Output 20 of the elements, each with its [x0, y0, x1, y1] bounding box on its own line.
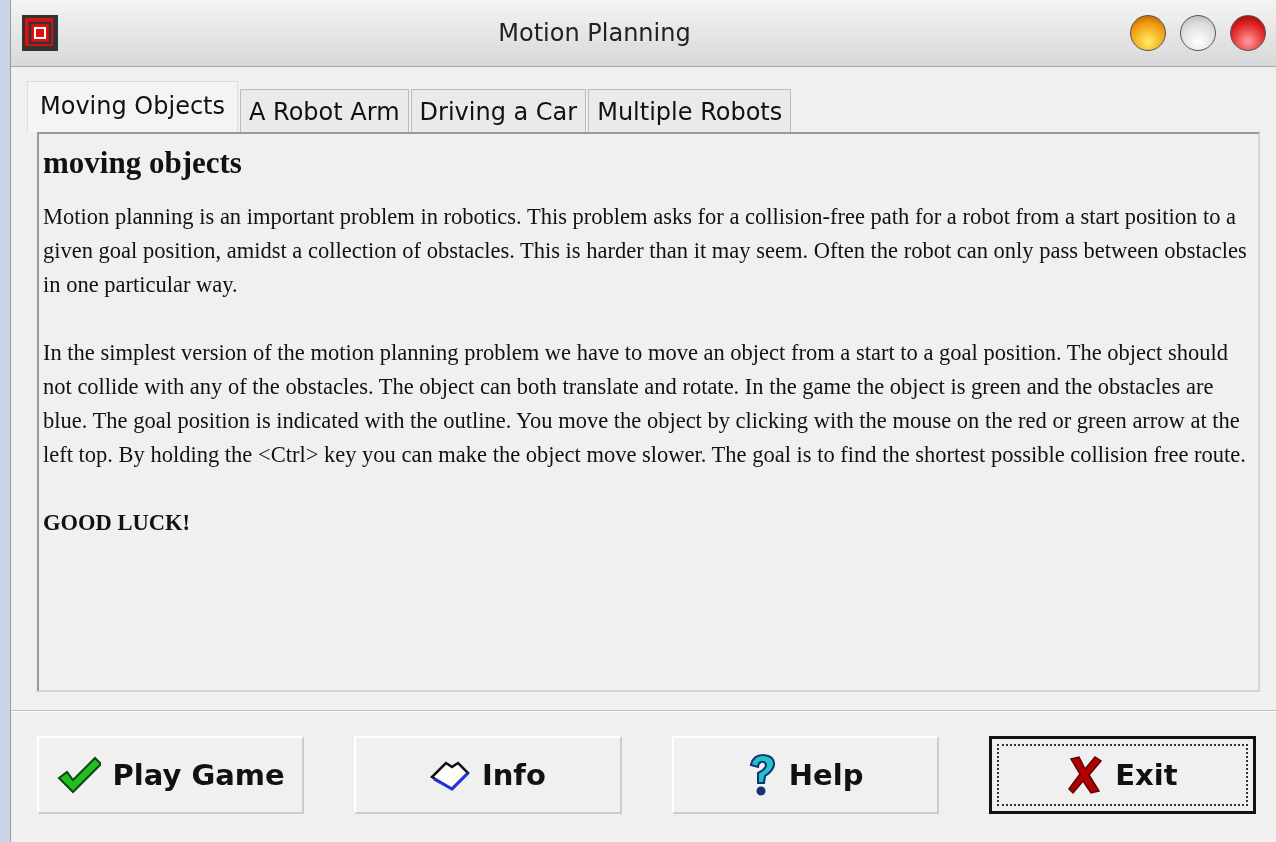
play-button[interactable]: Play Game — [37, 736, 305, 814]
tab[interactable]: Multiple Robots — [588, 89, 792, 132]
paragraph: Motion planning is an important problem in robotics. This problem asks for a collision-free path for a robot from a start position to a given goal position, amidst a collection of obstacles. This is harder than it may seem. Often the robot can only pass between obstacles in one particular way. — [43, 203, 1248, 299]
maximize-button[interactable] — [1180, 15, 1216, 51]
checkmark-icon — [56, 756, 101, 794]
help-button[interactable]: Help — [671, 736, 939, 814]
minimize-button[interactable] — [1130, 15, 1166, 51]
window-title: Motion Planning — [497, 19, 692, 47]
tab[interactable]: Driving a Car — [410, 89, 587, 132]
paragraph: In the simplest version of the motion planning problem we have to move an object from a start to a goal position. The object should not collide with any of the obstacles. The object can both translate and rotate. In the game the object is green and the obstacles are blue. The goal position is indicated with the outline. You move the object by clicking with the mouse on the red or green arrow at the left top. By holding the <Ctrl> key you can make the object move slower. The goal is to find the shortest possible collision free route. — [43, 339, 1247, 469]
closing-text: GOOD LUCK! — [43, 509, 191, 537]
cross-icon — [1067, 755, 1104, 795]
app-icon — [21, 14, 59, 52]
section-heading: moving objects — [43, 146, 243, 180]
tab[interactable]: A Robot Arm — [240, 89, 409, 132]
exit-button[interactable]: Exit — [988, 736, 1256, 814]
book-icon — [429, 759, 470, 791]
close-button[interactable] — [1230, 15, 1266, 51]
info-button[interactable]: Info — [354, 736, 622, 814]
tab[interactable]: Moving Objects — [27, 81, 238, 132]
